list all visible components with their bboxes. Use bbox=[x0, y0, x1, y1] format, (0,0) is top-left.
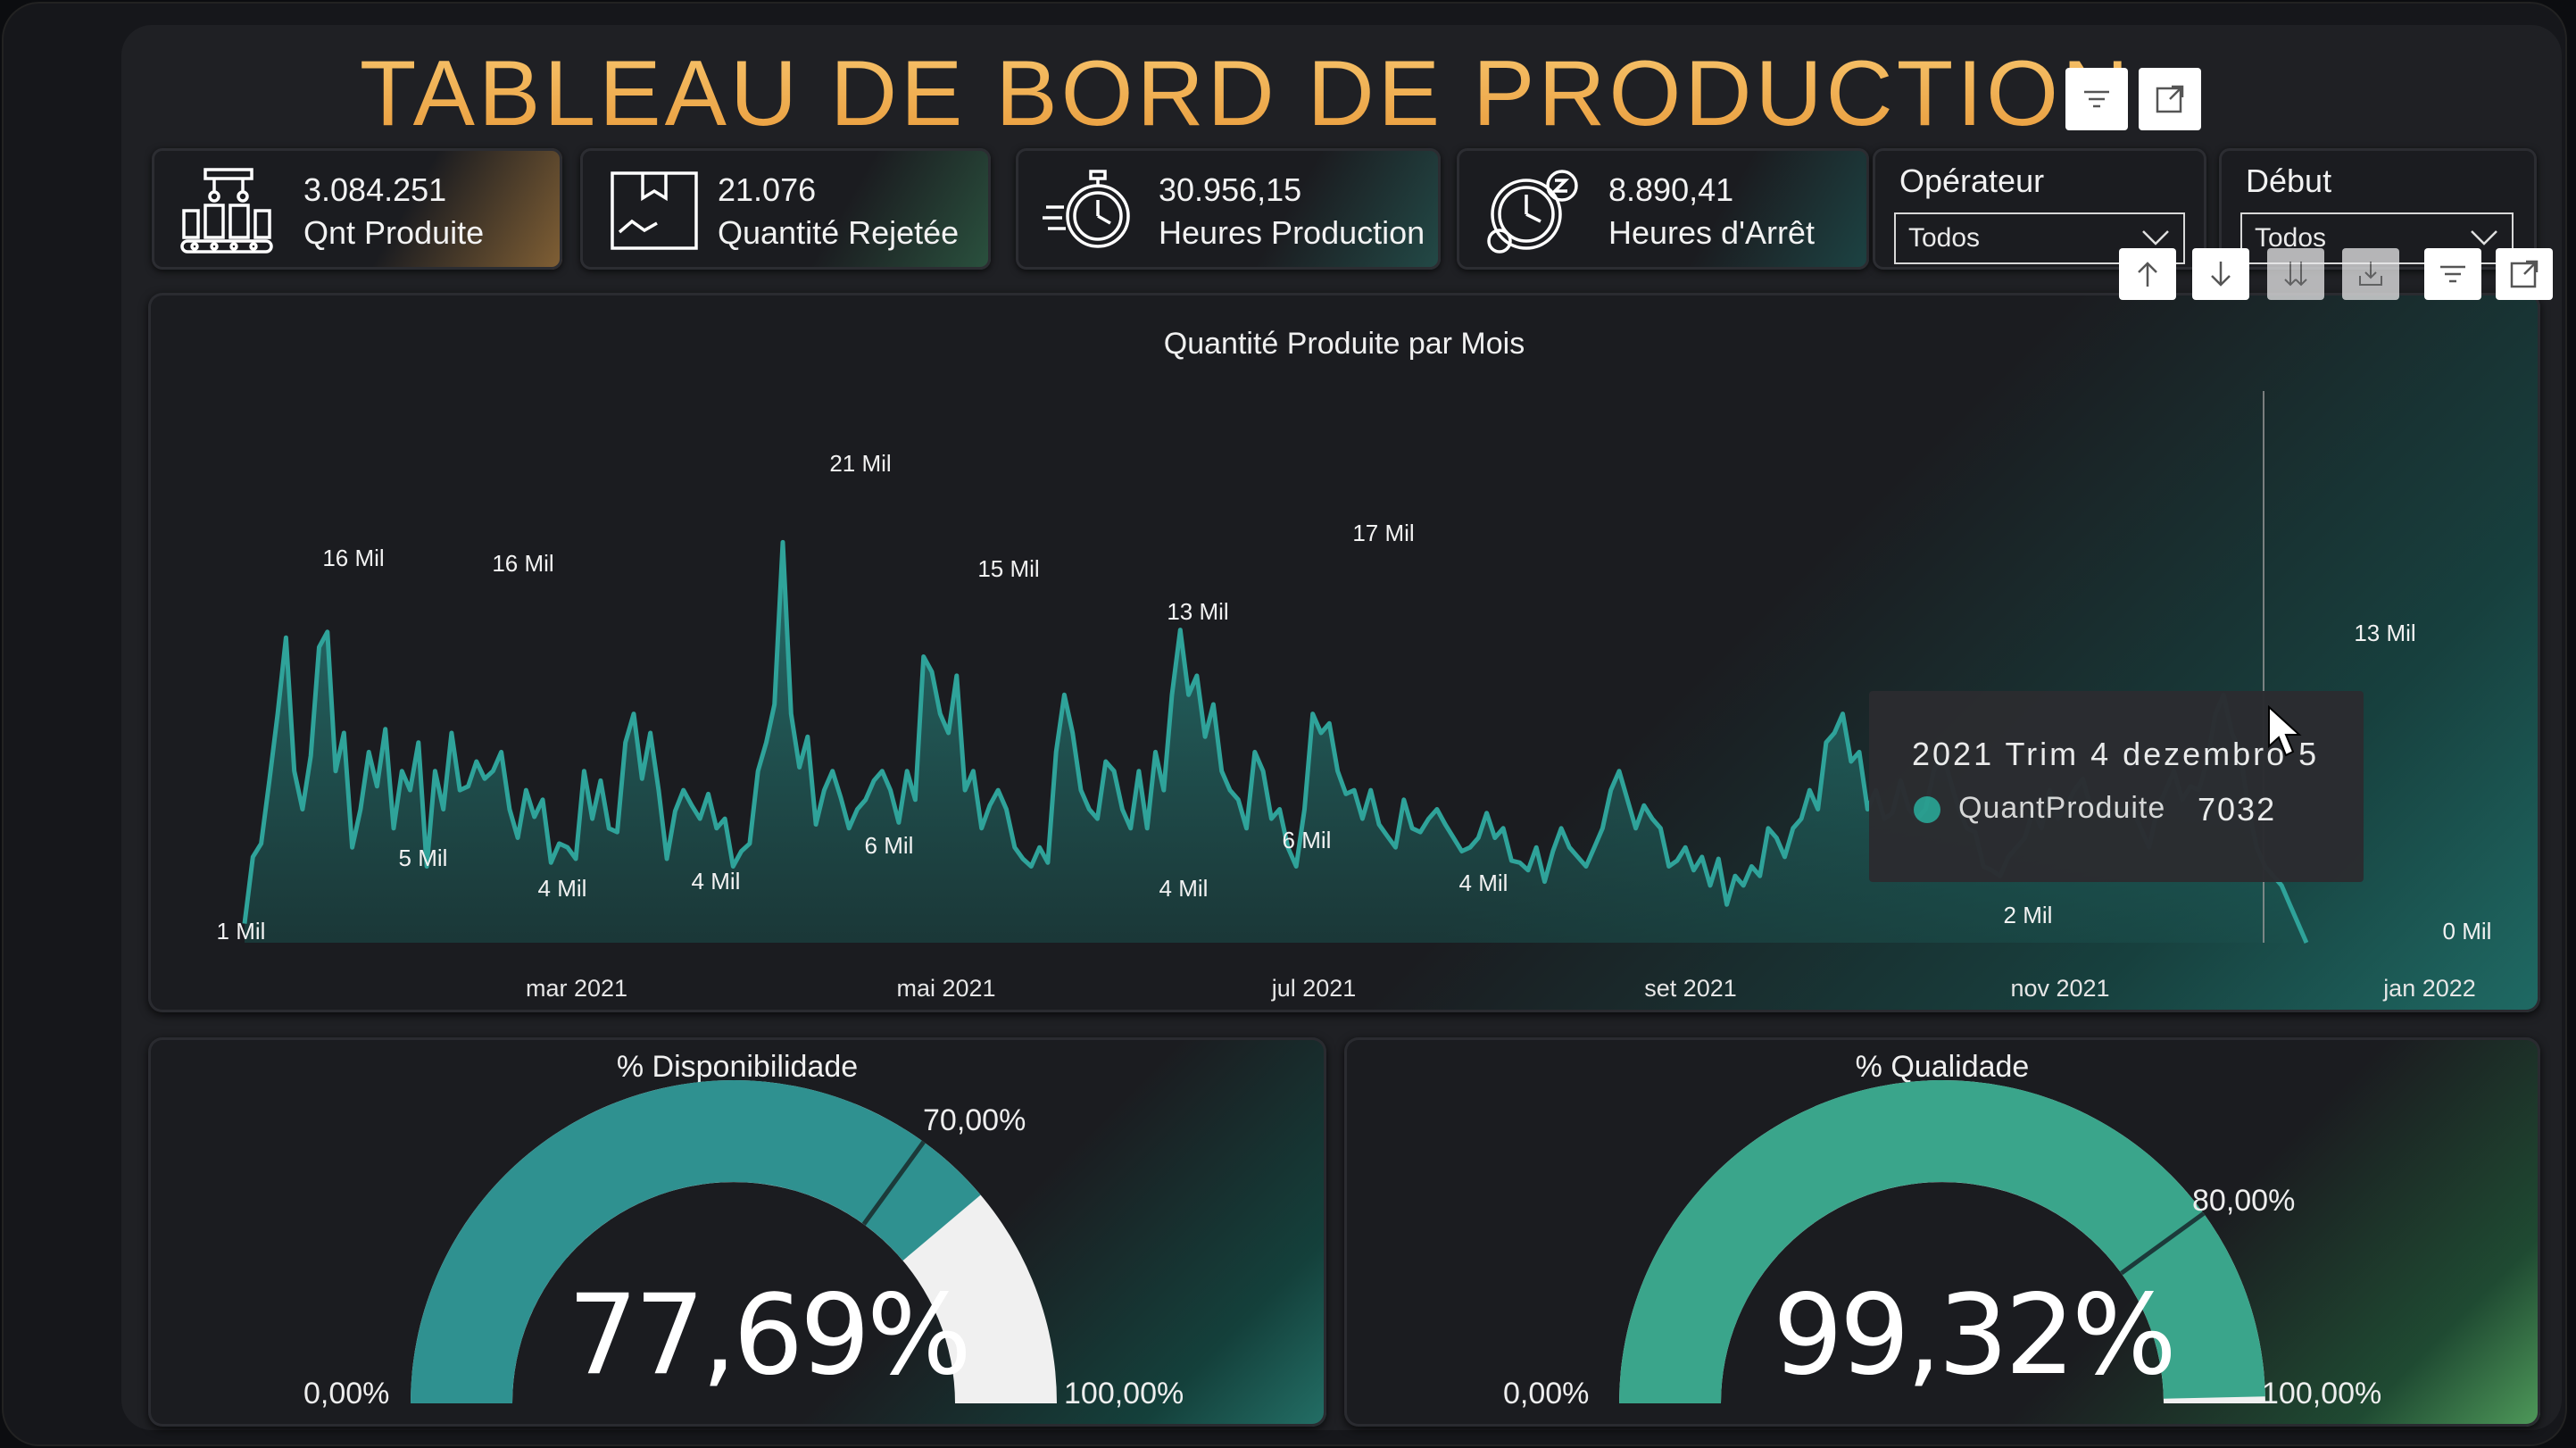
gauge-max-label: 100,00% bbox=[1064, 1377, 1184, 1411]
data-label: 1 Mil bbox=[217, 918, 266, 945]
data-label: 4 Mil bbox=[1459, 870, 1508, 896]
data-label: 15 Mil bbox=[977, 555, 1039, 582]
gauge-value: 99,32% bbox=[1773, 1271, 2177, 1400]
slicer-title: Début bbox=[2246, 162, 2332, 199]
data-label: 17 Mil bbox=[1352, 520, 1414, 546]
gauge-target-label: 80,00% bbox=[2192, 1184, 2296, 1218]
stopwatch-icon bbox=[1043, 170, 1130, 248]
data-label: 6 Mil bbox=[1283, 827, 1332, 853]
data-label: 4 Mil bbox=[692, 868, 741, 895]
filter-icon[interactable] bbox=[2424, 248, 2481, 300]
drill-down-icon[interactable] bbox=[2267, 248, 2324, 300]
x-tick-label: nov 2021 bbox=[2010, 975, 2109, 1002]
kpi-value: 21.076 bbox=[718, 171, 817, 208]
box-icon bbox=[611, 171, 698, 250]
kpi-label: Qnt Produite bbox=[303, 214, 485, 251]
data-label: 21 Mil bbox=[829, 450, 891, 477]
page-title: TABLEAU DE BORD DE PRODUCTION bbox=[121, 41, 2371, 147]
data-label: 5 Mil bbox=[399, 845, 448, 871]
data-label: 4 Mil bbox=[1159, 875, 1209, 902]
expand-hierarchy-icon[interactable] bbox=[2342, 248, 2399, 300]
gauge-min-label: 0,00% bbox=[1503, 1377, 1590, 1411]
x-tick-label: jan 2022 bbox=[2382, 975, 2476, 1002]
focus-mode-icon[interactable] bbox=[2139, 68, 2201, 130]
mouse-cursor-icon bbox=[2268, 705, 2302, 757]
kpi-label: Heures d'Arrêt bbox=[1608, 214, 1815, 251]
dashboard-canvas: TABLEAU DE BORD DE PRODUCTION 3.084.251 … bbox=[121, 25, 2562, 1430]
gauge-value: 77,69% bbox=[568, 1271, 972, 1400]
data-label: 13 Mil bbox=[1167, 598, 1228, 625]
gauge-panel-qualidade: % Qualidade 0,00% 100,00% 80,00% 99,32% bbox=[1344, 1037, 2540, 1427]
production-area-chart[interactable]: mar 2021 mai 2021 jul 2021 set 2021 nov 2021… bbox=[148, 293, 2540, 1012]
data-label: 6 Mil bbox=[865, 832, 914, 859]
factory-robot-icon bbox=[180, 168, 273, 254]
tooltip-series-name: QuantProduite bbox=[1958, 791, 2166, 825]
tooltip-value: 7032 bbox=[2198, 791, 2277, 828]
kpi-label: Heures Production bbox=[1159, 214, 1425, 251]
chevron-down-icon bbox=[2142, 230, 2169, 245]
kpi-card-heures-arret: 8.890,41 Heures d'Arrêt bbox=[1457, 148, 1869, 270]
filter-icon[interactable] bbox=[2065, 68, 2128, 130]
kpi-value: 3.084.251 bbox=[303, 171, 447, 208]
sort-descending-icon[interactable] bbox=[2192, 248, 2249, 300]
slicer-title: Opérateur bbox=[1899, 162, 2045, 199]
data-label: 16 Mil bbox=[492, 550, 553, 577]
kpi-value: 30.956,15 bbox=[1159, 171, 1302, 208]
focus-mode-icon[interactable] bbox=[2496, 248, 2553, 300]
clock-sleep-icon bbox=[1487, 170, 1578, 254]
dropdown-value: Todos bbox=[1908, 223, 1981, 253]
gauge-target-label: 70,00% bbox=[923, 1103, 1026, 1137]
data-label: 2 Mil bbox=[2004, 902, 2053, 928]
gauge-min-label: 0,00% bbox=[303, 1377, 390, 1411]
x-tick-label: set 2021 bbox=[1644, 975, 1737, 1002]
data-label: 16 Mil bbox=[322, 545, 384, 571]
gauge-panel-disponibilidade: % Disponibilidade 0,00% 100,00% 70,00% 7… bbox=[148, 1037, 1326, 1427]
kpi-value: 8.890,41 bbox=[1608, 171, 1734, 208]
gauge-max-label: 100,00% bbox=[2262, 1377, 2382, 1411]
x-tick-label: jul 2021 bbox=[1271, 975, 1357, 1002]
tooltip-title: 2021 Trim 4 dezembro 5 bbox=[1912, 736, 2320, 772]
kpi-card-heures-production: 30.956,15 Heures Production bbox=[1016, 148, 1441, 270]
data-label: 0 Mil bbox=[2443, 918, 2492, 945]
sort-ascending-icon[interactable] bbox=[2119, 248, 2176, 300]
x-tick-label: mar 2021 bbox=[526, 975, 627, 1002]
data-label: 4 Mil bbox=[538, 875, 587, 902]
kpi-card-qnt-produite: 3.084.251 Qnt Produite bbox=[152, 148, 562, 270]
kpi-card-quantite-rejetee: 21.076 Quantité Rejetée bbox=[580, 148, 991, 270]
kpi-label: Quantité Rejetée bbox=[718, 214, 960, 251]
x-tick-label: mai 2021 bbox=[896, 975, 995, 1002]
chevron-down-icon bbox=[2471, 230, 2497, 245]
data-label: 13 Mil bbox=[2354, 620, 2415, 646]
series-color-dot bbox=[1914, 796, 1940, 823]
line-chart-panel: Quantité Produite par Mois mar 2021 mai 2… bbox=[148, 293, 2540, 1012]
